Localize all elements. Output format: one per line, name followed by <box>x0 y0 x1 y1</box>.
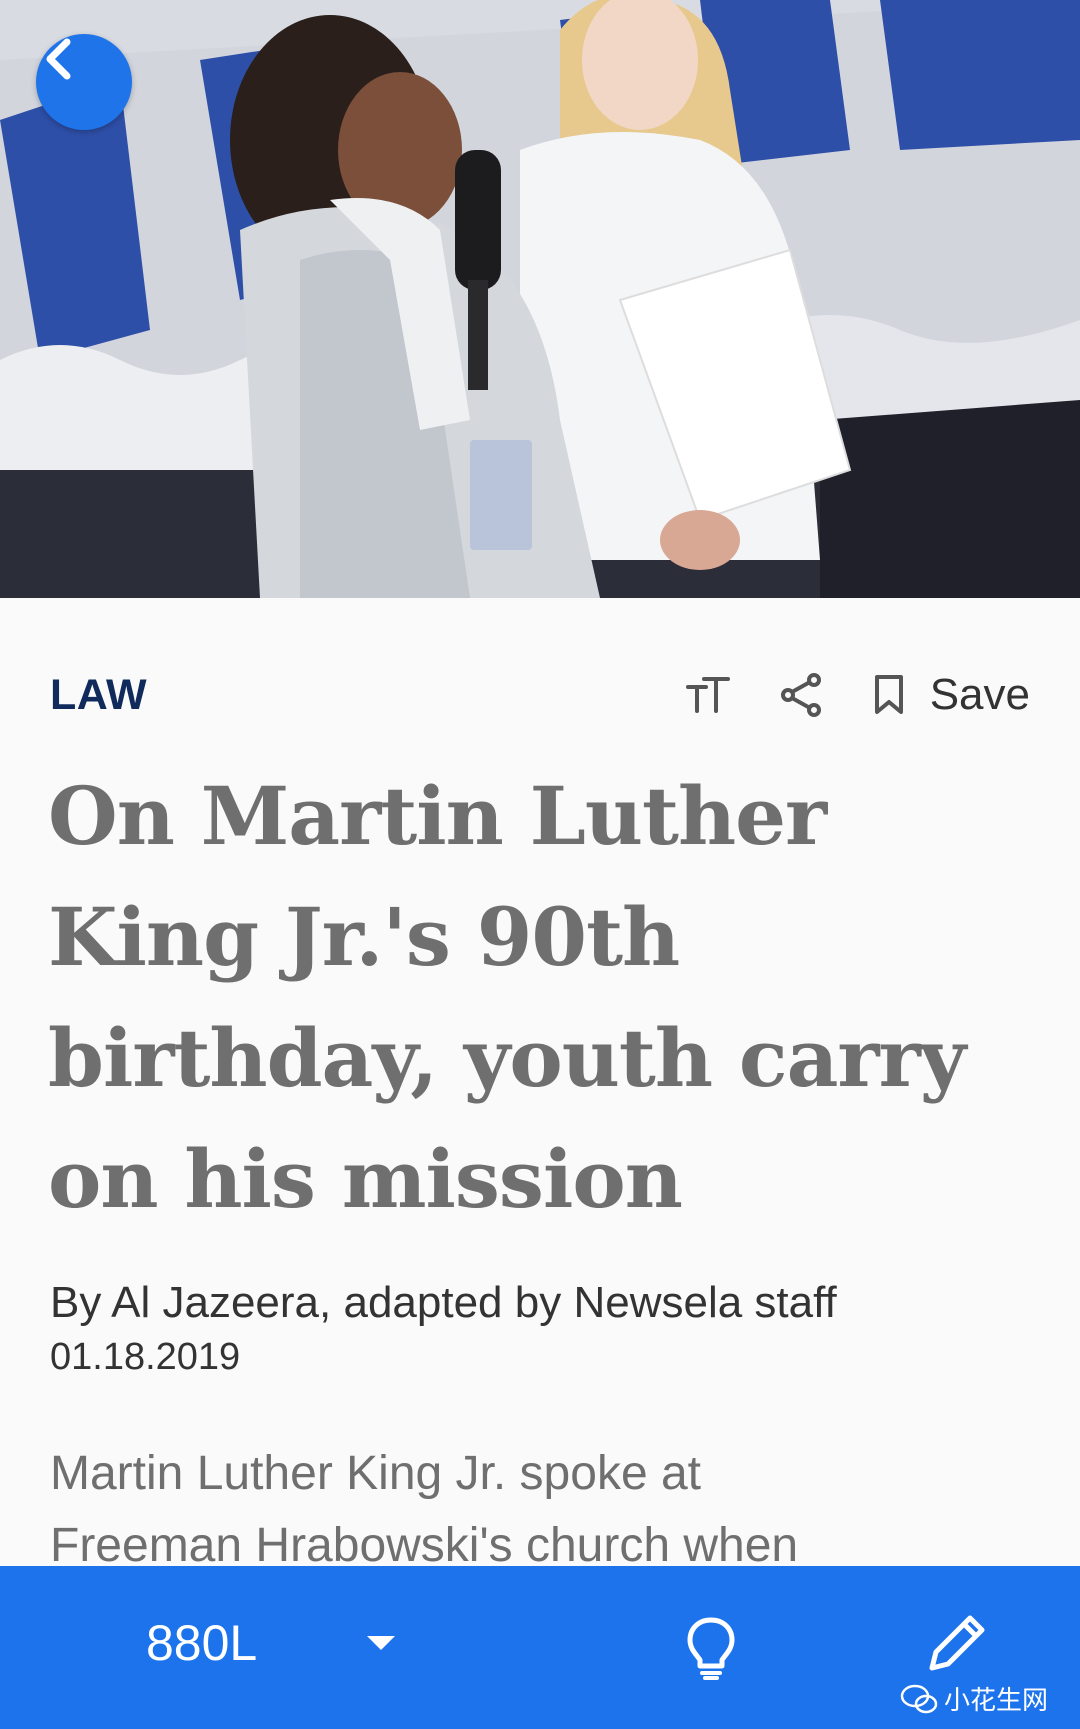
caret-down-icon <box>367 1636 396 1650</box>
article-title: On Martin Luther King Jr.'s 90th birthda… <box>48 769 966 1226</box>
hint-button[interactable] <box>686 1616 736 1685</box>
hero-image <box>0 0 1080 598</box>
reading-level-select[interactable]: 880L <box>146 1614 397 1672</box>
article-byline: By Al Jazeera, adapted by Newsela staff <box>50 1278 837 1327</box>
article-body: Martin Luther King Jr. spoke at Freeman … <box>50 1438 1030 1582</box>
watermark-text: 小花生网 <box>944 1686 1049 1716</box>
body-line: Martin Luther King Jr. spoke at <box>50 1447 701 1500</box>
category-label[interactable]: LAW <box>50 671 147 720</box>
bottom-toolbar: 880L 小花生网 <box>0 1566 1080 1729</box>
article-page: LAW Save On Martin Luther King Jr.'s 90t… <box>0 0 1080 1729</box>
write-button[interactable] <box>920 1610 990 1685</box>
watermark: 小花生网 <box>900 1680 1048 1717</box>
article-date: 01.18.2019 <box>50 1336 241 1378</box>
hero-photo <box>0 0 1080 598</box>
reading-level-label: 880L <box>146 1615 258 1671</box>
share-icon[interactable] <box>780 673 822 717</box>
article-actions: Save <box>685 670 1030 720</box>
save-label: Save <box>929 670 1030 719</box>
back-button[interactable] <box>36 34 132 130</box>
chevron-left-icon <box>46 38 71 80</box>
lightbulb-icon <box>687 1617 735 1680</box>
article-meta-row: LAW Save <box>50 666 1030 724</box>
bookmark-icon <box>874 675 903 714</box>
save-button[interactable]: Save <box>874 670 1030 720</box>
wechat-icon <box>900 1684 938 1713</box>
text-size-icon[interactable] <box>685 675 730 715</box>
pencil-icon <box>929 1615 985 1671</box>
